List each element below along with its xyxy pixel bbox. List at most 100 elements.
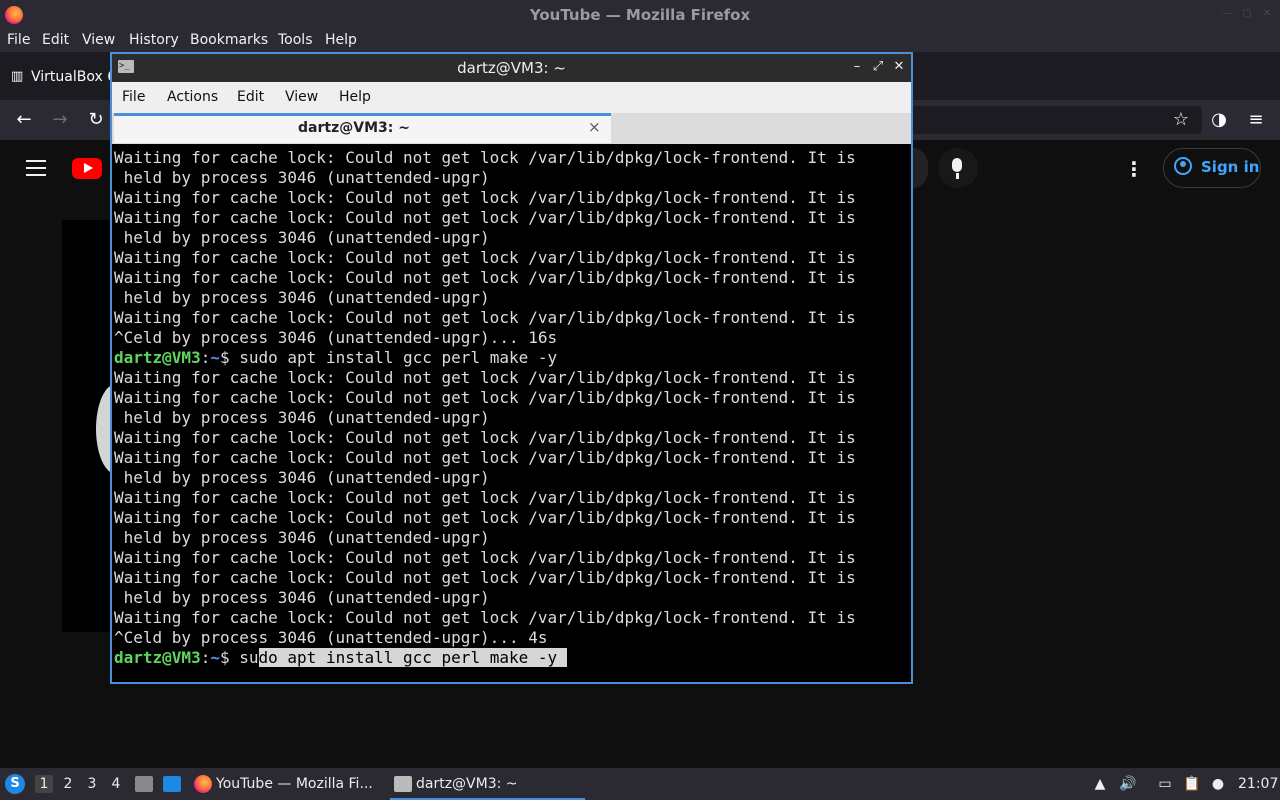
terminal-line: Waiting for cache lock: Could not get lo… — [114, 148, 856, 167]
hamburger-menu-icon[interactable]: ≡ — [1244, 108, 1268, 132]
workspace-3[interactable]: 3 — [83, 775, 101, 793]
task-terminal[interactable]: dartz@VM3: ~ — [390, 768, 585, 800]
terminal-line: dartz@VM3:~$ sudo apt install gcc perl m… — [114, 348, 909, 368]
terminal-line: Waiting for cache lock: Could not get lo… — [114, 388, 856, 407]
taskbar: S 1 2 3 4 YouTube — Mozilla Fi... dartz@… — [0, 768, 1280, 800]
back-arrow-icon[interactable]: ← — [12, 108, 36, 132]
workspace-2[interactable]: 2 — [59, 775, 77, 793]
selected-text[interactable]: do apt install gcc perl make -y — [258, 648, 567, 667]
terminal-line: Waiting for cache lock: Could not get lo… — [114, 548, 856, 567]
firefox-titlebar: YouTube — Mozilla Firefox — ▢ ✕ — [0, 0, 1280, 30]
notification-icon[interactable]: ● — [1209, 775, 1227, 793]
minimize-icon[interactable]: – — [850, 59, 864, 75]
reload-icon[interactable]: ↻ — [84, 108, 108, 132]
prompt-user: dartz@VM3 — [114, 648, 201, 667]
prompt-symbol: $ — [219, 648, 240, 667]
maximize-icon[interactable]: ▢ — [1242, 9, 1252, 19]
prompt-path: ~ — [210, 648, 220, 667]
terminal-line: held by process 3046 (unattended-upgr) — [114, 288, 490, 307]
youtube-menu-icon[interactable] — [26, 160, 46, 176]
terminal-line: held by process 3046 (unattended-upgr) — [114, 588, 490, 607]
prompt-user: dartz@VM3 — [114, 348, 201, 367]
file-manager-icon[interactable] — [135, 776, 153, 792]
firefox-window-title: YouTube — Mozilla Firefox — [529, 6, 751, 24]
menu-bookmarks[interactable]: Bookmarks — [190, 32, 268, 48]
terminal-line: Waiting for cache lock: Could not get lo… — [114, 248, 856, 267]
terminal-app-icon — [394, 776, 412, 792]
terminal-tab-label: dartz@VM3: ~ — [298, 120, 410, 136]
terminal-line: Waiting for cache lock: Could not get lo… — [114, 508, 856, 527]
terminal-line: Waiting for cache lock: Could not get lo… — [114, 268, 856, 287]
volume-icon[interactable]: 🔊 — [1119, 775, 1137, 793]
clipboard-icon[interactable]: 📋 — [1183, 775, 1201, 793]
forward-arrow-icon[interactable]: → — [48, 108, 72, 132]
sign-in-button[interactable]: Sign in — [1163, 148, 1261, 188]
terminal-menu-actions[interactable]: Actions — [167, 89, 218, 105]
terminal-line: ^Celd by process 3046 (unattended-upgr).… — [114, 328, 558, 347]
user-circle-icon — [1174, 157, 1192, 175]
terminal-line: Waiting for cache lock: Could not get lo… — [114, 568, 856, 587]
sign-in-label: Sign in — [1201, 158, 1260, 176]
terminal-window[interactable]: >_ dartz@VM3: ~ – ⤢ ✕ File Actions Edit … — [110, 52, 913, 684]
terminal-menu-file[interactable]: File — [122, 89, 145, 105]
close-icon[interactable]: ✕ — [892, 59, 906, 75]
firefox-logo-icon — [194, 775, 212, 793]
terminal-line: Waiting for cache lock: Could not get lo… — [114, 428, 856, 447]
command-text: su — [239, 648, 259, 667]
task-label: YouTube — Mozilla Fi... — [216, 776, 373, 792]
firefox-menubar: File Edit View History Bookmarks Tools H… — [0, 30, 1280, 52]
task-label: dartz@VM3: ~ — [416, 776, 518, 792]
url-bar[interactable] — [912, 106, 1202, 134]
tab-label: VirtualBox 6 — [31, 69, 117, 85]
menu-help[interactable]: Help — [325, 32, 357, 48]
bookmark-star-icon[interactable]: ☆ — [1169, 108, 1193, 132]
start-menu-icon[interactable]: S — [5, 774, 25, 794]
terminal-line: Waiting for cache lock: Could not get lo… — [114, 188, 856, 207]
tab-virtualbox[interactable]: ▥ VirtualBox 6 — [0, 60, 116, 94]
terminal-tab[interactable]: dartz@VM3: ~ × — [114, 113, 611, 143]
menu-edit[interactable]: Edit — [42, 32, 69, 48]
prompt-path: ~ — [210, 348, 220, 367]
tab-close-icon[interactable]: × — [588, 118, 601, 136]
terminal-line: Waiting for cache lock: Could not get lo… — [114, 208, 856, 227]
task-firefox[interactable]: YouTube — Mozilla Fi... — [190, 768, 384, 800]
clock: 21:07 — [1238, 776, 1279, 792]
contrast-extension-icon[interactable]: ◑ — [1207, 108, 1231, 132]
terminal-line: Waiting for cache lock: Could not get lo… — [114, 308, 856, 327]
close-icon[interactable]: ✕ — [1262, 9, 1272, 19]
youtube-logo-icon[interactable] — [72, 158, 102, 179]
minimize-icon[interactable]: — — [1222, 9, 1232, 19]
microphone-icon[interactable] — [938, 148, 978, 188]
maximize-icon[interactable]: ⤢ — [871, 59, 885, 75]
workspace-1[interactable]: 1 — [35, 775, 53, 793]
terminal-tabbar: dartz@VM3: ~ × — [112, 113, 911, 144]
terminal-menu-help[interactable]: Help — [339, 89, 371, 105]
prompt-symbol: $ — [219, 348, 240, 367]
show-desktop-icon[interactable] — [163, 776, 181, 792]
terminal-line: held by process 3046 (unattended-upgr) — [114, 468, 490, 487]
update-notifier-icon[interactable]: ▲ — [1091, 775, 1109, 793]
terminal-titlebar[interactable]: >_ dartz@VM3: ~ – ⤢ ✕ — [112, 54, 911, 82]
menu-file[interactable]: File — [7, 32, 30, 48]
network-icon[interactable]: ▭ — [1156, 775, 1174, 793]
terminal-line: Waiting for cache lock: Could not get lo… — [114, 448, 856, 467]
prompt-separator: : — [200, 648, 211, 667]
menu-history[interactable]: History — [129, 32, 179, 48]
terminal-current-line[interactable]: dartz@VM3:~$ sudo apt install gcc perl m… — [114, 648, 909, 668]
terminal-line: Waiting for cache lock: Could not get lo… — [114, 608, 856, 627]
terminal-line: held by process 3046 (unattended-upgr) — [114, 408, 490, 427]
command-text: sudo apt install gcc perl make -y — [239, 348, 558, 367]
more-options-icon[interactable]: ⋮ — [1122, 158, 1146, 180]
workspace-4[interactable]: 4 — [107, 775, 125, 793]
terminal-line: held by process 3046 (unattended-upgr) — [114, 528, 490, 547]
terminal-menu-view[interactable]: View — [285, 89, 318, 105]
menu-view[interactable]: View — [82, 32, 115, 48]
terminal-output[interactable]: Waiting for cache lock: Could not get lo… — [114, 148, 909, 680]
terminal-menu-edit[interactable]: Edit — [237, 89, 264, 105]
terminal-line: Waiting for cache lock: Could not get lo… — [114, 368, 856, 387]
menu-tools[interactable]: Tools — [278, 32, 313, 48]
youtube-search-box[interactable] — [912, 148, 928, 188]
terminal-menubar: File Actions Edit View Help — [112, 82, 911, 113]
prompt-separator: : — [200, 348, 211, 367]
terminal-line: held by process 3046 (unattended-upgr) — [114, 168, 490, 187]
